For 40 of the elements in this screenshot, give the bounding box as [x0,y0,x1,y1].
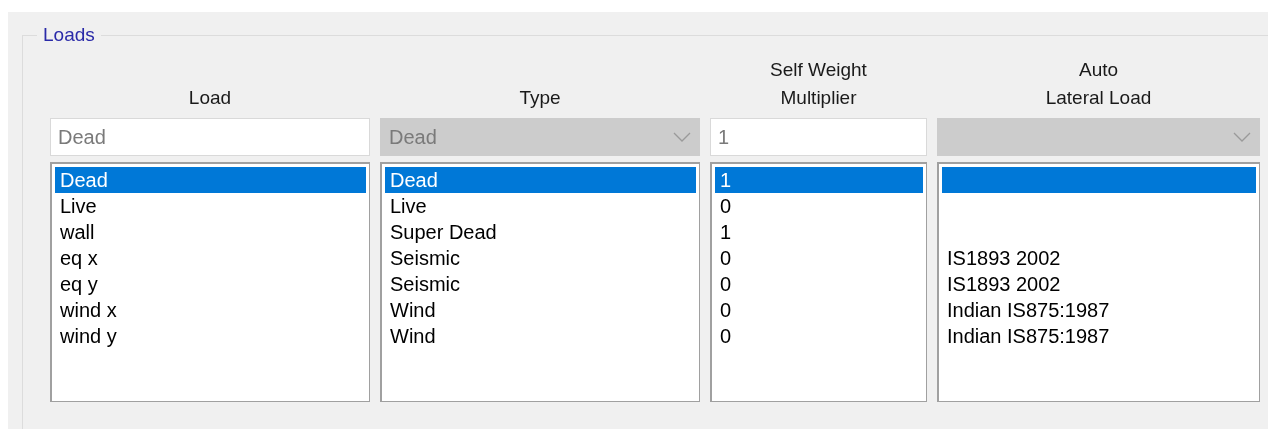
list-item[interactable]: Dead [55,167,366,193]
list-item[interactable]: 1 [715,219,923,245]
list-item[interactable]: 0 [715,193,923,219]
list-box[interactable]: Dead Live Super Dead Seismic Seismic Wind Wind [380,162,700,402]
list-item[interactable]: 0 [715,323,923,349]
list-item[interactable]: wind x [55,297,366,323]
list-item[interactable]: Indian IS875:1987 [942,297,1256,323]
list-item[interactable]: IS1893 2002 [942,271,1256,297]
list-item[interactable]: Super Dead [385,219,696,245]
list-item[interactable]: Live [55,193,366,219]
list-item[interactable]: wall [55,219,366,245]
list-item[interactable]: Seismic [385,245,696,271]
list-item[interactable]: eq y [55,271,366,297]
list-item[interactable]: Indian IS875:1987 [942,323,1256,349]
list-item[interactable]: 1 [715,167,923,193]
list-item[interactable]: Dead [385,167,696,193]
column-header: Load [188,86,232,110]
column-header: Type [519,86,561,110]
list-item[interactable]: Live [385,193,696,219]
column-header: Multiplier [780,86,857,110]
caret-icon [1233,132,1251,142]
list-box[interactable]: IS1893 2002 IS1893 2002 Indian IS875:1987 Indian IS875:1987 [937,162,1260,402]
list-item[interactable]: 0 [715,245,923,271]
list-item[interactable]: IS1893 2002 [942,245,1256,271]
text-field[interactable]: Dead [50,118,370,156]
list-item[interactable]: 0 [715,297,923,323]
list-box[interactable]: Dead Live wall eq x eq y wind x wind y [50,162,370,402]
text-field[interactable]: 1 [710,118,927,156]
list-item[interactable]: Seismic [385,271,696,297]
list-item[interactable]: Wind [385,323,696,349]
list-item[interactable]: Wind [385,297,696,323]
caret-icon [673,132,691,142]
list-box[interactable]: 1 0 1 0 0 0 0 [710,162,927,402]
list-item[interactable]: wind y [55,323,366,349]
list-item[interactable]: 0 [715,271,923,297]
column-header: Self Weight [770,58,867,82]
list-item[interactable]: eq x [55,245,366,271]
column-header: Auto [1078,58,1119,82]
list-item[interactable] [942,167,1256,193]
column-header: Lateral Load [1045,86,1152,110]
